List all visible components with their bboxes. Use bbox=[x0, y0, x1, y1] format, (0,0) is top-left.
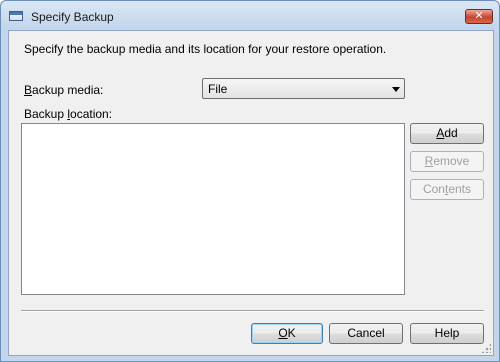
backup-media-label: Backup media: bbox=[24, 83, 104, 97]
specify-backup-dialog: Specify Backup ✕ Specify the backup medi… bbox=[0, 0, 500, 362]
description-text: Specify the backup media and its locatio… bbox=[24, 42, 387, 56]
add-button[interactable]: Add bbox=[410, 123, 484, 144]
window-icon bbox=[9, 11, 23, 21]
help-button[interactable]: Help bbox=[410, 323, 484, 344]
remove-button[interactable]: Remove bbox=[410, 151, 484, 172]
chevron-down-icon bbox=[392, 87, 400, 92]
backup-media-select[interactable]: File bbox=[202, 78, 405, 99]
close-icon: ✕ bbox=[474, 10, 484, 22]
close-button[interactable]: ✕ bbox=[465, 9, 493, 24]
ok-button[interactable]: OK bbox=[251, 323, 323, 344]
title-bar[interactable]: Specify Backup ✕ bbox=[1, 1, 499, 29]
footer-divider bbox=[21, 310, 484, 312]
resize-grip-icon[interactable] bbox=[481, 343, 491, 353]
cancel-button[interactable]: Cancel bbox=[329, 323, 403, 344]
window-title: Specify Backup bbox=[31, 10, 114, 24]
dialog-body: Specify the backup media and its locatio… bbox=[8, 30, 494, 356]
backup-media-value: File bbox=[208, 82, 228, 96]
contents-button[interactable]: Contents bbox=[410, 179, 484, 200]
backup-location-list[interactable] bbox=[21, 123, 405, 295]
backup-location-label: Backup location: bbox=[24, 107, 113, 121]
